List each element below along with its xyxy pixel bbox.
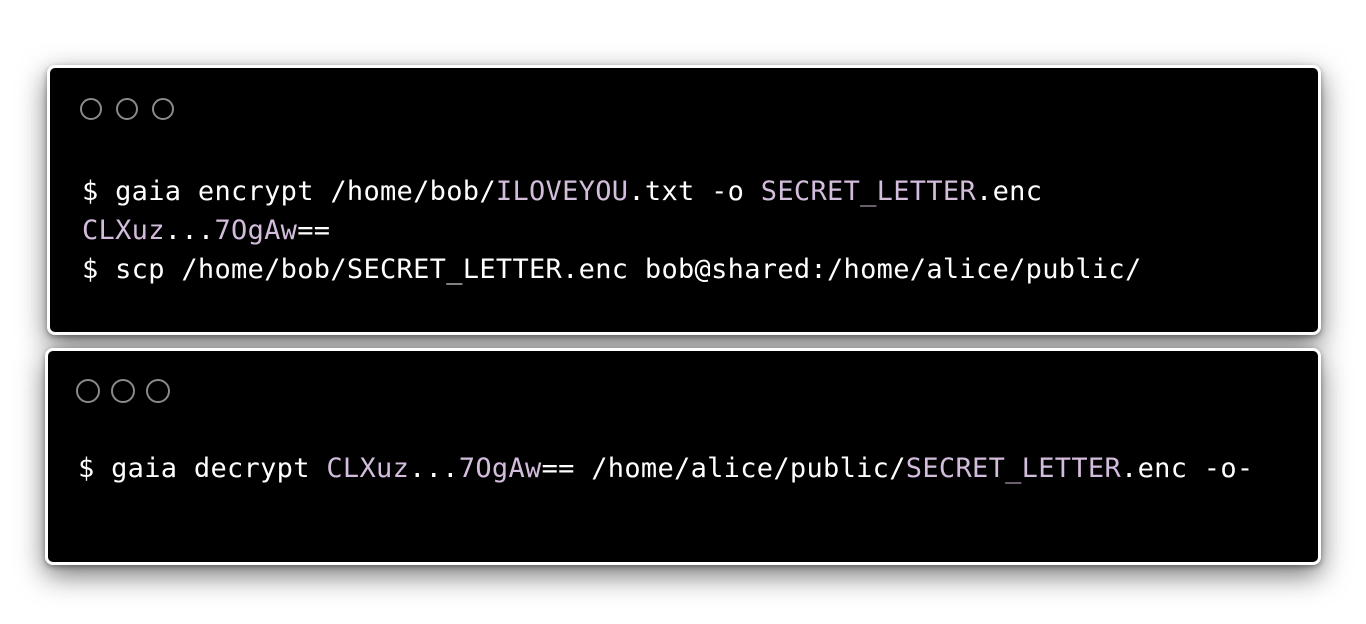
terminal-line: $ gaia decrypt CLXuz...7OgAw== /home/ali…	[78, 449, 1253, 488]
terminal-text: $ scp /home/bob/SECRET_LETTER.enc bob@sh…	[82, 254, 1142, 285]
window-controls	[80, 98, 174, 120]
terminal-text: .txt -o	[628, 176, 761, 207]
highlighted-token: SECRET_LETTER	[760, 176, 977, 207]
terminal-text: $ gaia decrypt	[78, 453, 327, 484]
highlighted-token: CLXuz	[326, 453, 410, 484]
highlighted-token: SECRET_LETTER	[905, 453, 1122, 484]
terminal-text: .enc -o-	[1121, 453, 1254, 484]
terminal-text: == /home/alice/public/	[541, 453, 906, 484]
terminal-output: $ gaia encrypt /home/bob/ILOVEYOU.txt -o…	[82, 172, 1142, 289]
highlighted-token: ILOVEYOU	[495, 176, 629, 207]
minimize-dot-icon[interactable]	[111, 379, 135, 403]
terminal-text: ...	[409, 453, 459, 484]
terminal-line: $ scp /home/bob/SECRET_LETTER.enc bob@sh…	[82, 250, 1142, 289]
close-dot-icon[interactable]	[80, 98, 102, 120]
highlighted-token: 7OgAw	[214, 215, 298, 246]
maximize-dot-icon[interactable]	[146, 379, 170, 403]
terminal-text: $ gaia encrypt /home/bob/	[82, 176, 496, 207]
canvas: $ gaia encrypt /home/bob/ILOVEYOU.txt -o…	[0, 0, 1366, 624]
terminal-text: ==	[297, 215, 331, 246]
close-dot-icon[interactable]	[76, 379, 100, 403]
highlighted-token: 7OgAw	[458, 453, 542, 484]
highlighted-token: CLXuz	[82, 215, 165, 246]
minimize-dot-icon[interactable]	[116, 98, 138, 120]
terminal-window-encrypt[interactable]: $ gaia encrypt /home/bob/ILOVEYOU.txt -o…	[47, 65, 1321, 335]
terminal-output: $ gaia decrypt CLXuz...7OgAw== /home/ali…	[78, 449, 1253, 488]
terminal-window-decrypt[interactable]: $ gaia decrypt CLXuz...7OgAw== /home/ali…	[45, 348, 1321, 565]
terminal-line: CLXuz...7OgAw==	[82, 211, 1142, 250]
maximize-dot-icon[interactable]	[152, 98, 174, 120]
terminal-text: .enc	[976, 176, 1043, 207]
terminal-text: ...	[164, 215, 215, 246]
window-controls	[76, 379, 170, 403]
terminal-line: $ gaia encrypt /home/bob/ILOVEYOU.txt -o…	[82, 172, 1142, 211]
